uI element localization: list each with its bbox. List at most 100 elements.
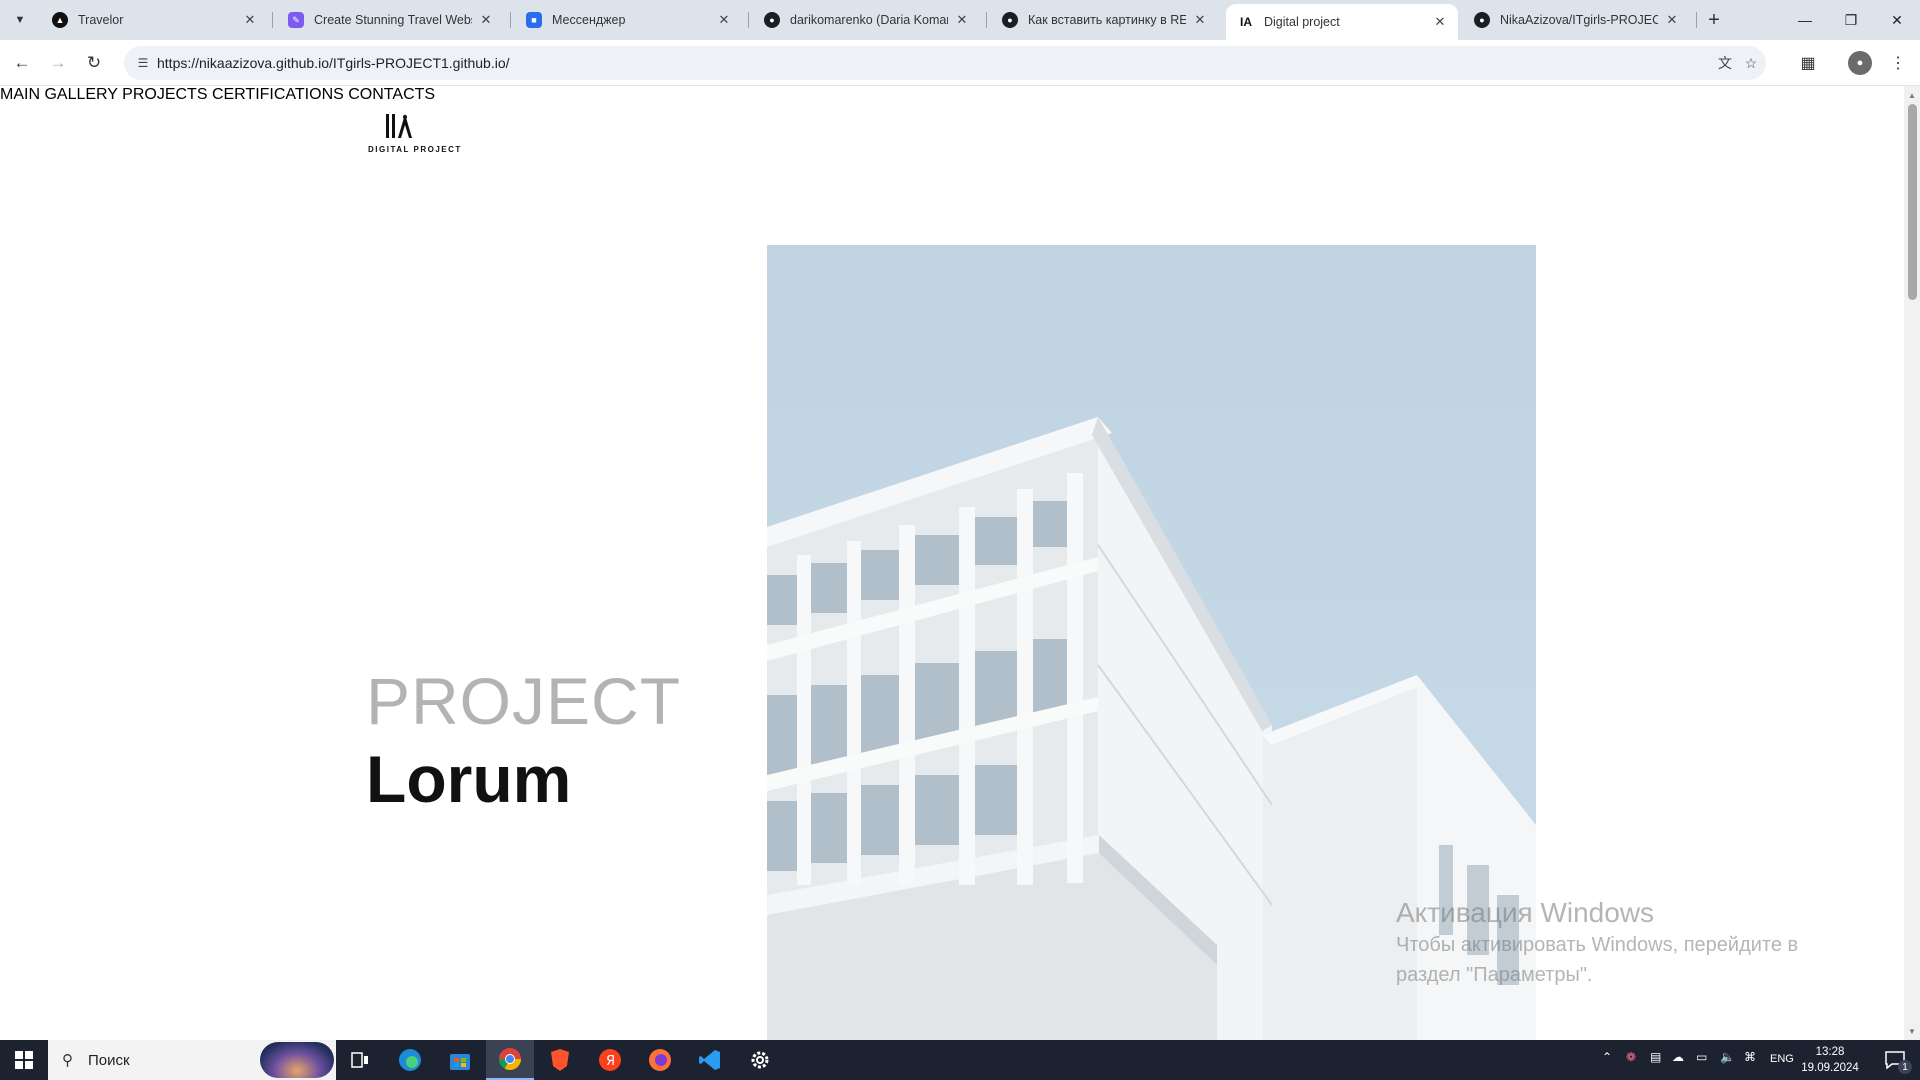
- bookmark-star-icon[interactable]: ☆: [1740, 52, 1762, 74]
- settings-icon[interactable]: [736, 1040, 784, 1080]
- watermark-line-1: Чтобы активировать Windows, перейдите в: [1396, 934, 1799, 956]
- tray-device-icon[interactable]: ▤: [1650, 1050, 1661, 1064]
- tab-strip: ▼ ▲ Travelor ✕ ✎ Create Stunning Travel …: [0, 0, 1920, 40]
- scroll-up-icon[interactable]: ▲: [1904, 88, 1920, 102]
- windows-taskbar: ⚲ Поиск Я ⌃ ❁ ▤ ☁ ▭ 🔈 ⌘ ENG 13:28 19.09.…: [0, 1040, 1920, 1080]
- close-icon[interactable]: ✕: [954, 12, 970, 28]
- kebab-menu-icon[interactable]: ⋮: [1884, 49, 1912, 77]
- tab-title: NikaAzizova/ITgirls-PROJECT1.github.io: [1500, 13, 1658, 27]
- translate-icon[interactable]: 文: [1714, 52, 1736, 74]
- profile-avatar[interactable]: ●: [1848, 51, 1872, 75]
- travelor-icon: ▲: [52, 12, 68, 28]
- close-icon[interactable]: ✕: [1664, 12, 1680, 28]
- minimize-icon[interactable]: —: [1782, 0, 1828, 40]
- site-logo[interactable]: DIGITAL PROJECT: [366, 113, 460, 161]
- edge-icon[interactable]: [386, 1040, 434, 1080]
- forward-arrow-icon[interactable]: →: [44, 49, 72, 77]
- nav-certifications[interactable]: CERTIFICATIONS: [212, 86, 344, 103]
- logo-wordmark: DIGITAL PROJECT: [368, 145, 462, 154]
- back-arrow-icon[interactable]: ←: [8, 49, 36, 77]
- notification-center-icon[interactable]: 1: [1870, 1040, 1920, 1080]
- github-icon: ●: [1474, 12, 1490, 28]
- search-icon: ⚲: [62, 1052, 73, 1069]
- window-close-icon[interactable]: ✕: [1874, 0, 1920, 40]
- clock[interactable]: 13:28 19.09.2024: [1800, 1044, 1860, 1076]
- digital-project-icon: IA: [1240, 15, 1252, 29]
- nav-projects[interactable]: PROJECTS: [122, 86, 207, 103]
- messenger-icon: ■: [526, 12, 542, 28]
- wifi-icon[interactable]: ⌘: [1744, 1050, 1756, 1064]
- close-icon[interactable]: ✕: [716, 12, 732, 28]
- store-icon[interactable]: [436, 1040, 484, 1080]
- hero-heading-light: PROJECT: [366, 664, 682, 738]
- nav-gallery[interactable]: GALLERY: [44, 86, 117, 103]
- scroll-down-icon[interactable]: ▼: [1904, 1024, 1920, 1038]
- vscode-icon[interactable]: [686, 1040, 734, 1080]
- yandex-icon[interactable]: Я: [586, 1040, 634, 1080]
- hero-heading: PROJECT Lorum: [366, 662, 681, 818]
- page-viewport: DIGITAL PROJECT MAIN GALLERY PROJECTS CE…: [0, 86, 1904, 1040]
- tray-chevron-up-icon[interactable]: ⌃: [1602, 1050, 1612, 1064]
- tab-travelor[interactable]: ▲ Travelor ✕: [40, 4, 268, 36]
- main-navigation: MAIN GALLERY PROJECTS CERTIFICATIONS CON…: [0, 86, 1904, 104]
- watermark-line-2: раздел "Параметры".: [1396, 964, 1593, 986]
- github-icon: ●: [1002, 12, 1018, 28]
- hero-heading-bold: Lorum: [366, 742, 572, 816]
- github-icon: ●: [764, 12, 780, 28]
- logo-mark-icon: [386, 114, 412, 138]
- clock-time: 13:28: [1815, 1046, 1845, 1058]
- windows-start-icon[interactable]: [0, 1040, 48, 1080]
- reload-icon[interactable]: ↻: [80, 49, 108, 77]
- search-placeholder: Поиск: [88, 1052, 130, 1069]
- firefox-icon[interactable]: [636, 1040, 684, 1080]
- tab-github-readme[interactable]: ● Как вставить картинку в README ✕: [990, 4, 1218, 36]
- close-icon[interactable]: ✕: [1432, 14, 1448, 30]
- scroll-thumb[interactable]: [1908, 104, 1917, 300]
- tab-separator: [1696, 12, 1697, 28]
- onedrive-cloud-icon[interactable]: ☁: [1672, 1050, 1684, 1064]
- tab-title: Как вставить картинку в README: [1028, 13, 1186, 27]
- tab-search-chevron-icon[interactable]: ▼: [8, 8, 32, 32]
- tab-separator: [272, 12, 273, 28]
- close-icon[interactable]: ✕: [478, 12, 494, 28]
- close-icon[interactable]: ✕: [1192, 12, 1208, 28]
- tab-title: Мессенджер: [552, 13, 626, 27]
- url-text[interactable]: https://nikaazizova.github.io/ITgirls-PR…: [157, 55, 510, 71]
- tab-separator: [510, 12, 511, 28]
- tab-title: Travelor: [78, 13, 124, 27]
- language-indicator[interactable]: ENG: [1770, 1053, 1794, 1065]
- clock-date: 19.09.2024: [1801, 1062, 1859, 1074]
- tab-messenger[interactable]: ■ Мессенджер ✕: [514, 4, 742, 36]
- tab-separator: [986, 12, 987, 28]
- restore-icon[interactable]: ❐: [1828, 0, 1874, 40]
- tab-create-travel-website[interactable]: ✎ Create Stunning Travel Website ✕: [276, 4, 504, 36]
- svg-text:Я: Я: [606, 1054, 615, 1069]
- page-scrollbar[interactable]: ▲ ▼: [1904, 86, 1920, 1040]
- tab-digital-project[interactable]: IA Digital project ✕: [1226, 4, 1458, 40]
- browser-toolbar: ← → ↻ ☰ https://nikaazizova.github.io/IT…: [0, 40, 1920, 86]
- address-bar[interactable]: ☰ https://nikaazizova.github.io/ITgirls-…: [124, 46, 1766, 80]
- nav-main[interactable]: MAIN: [0, 86, 40, 103]
- battery-icon[interactable]: ▭: [1696, 1050, 1707, 1064]
- chrome-icon[interactable]: [486, 1040, 534, 1080]
- search-highlight-image[interactable]: [260, 1042, 334, 1078]
- windows-activation-watermark: Активация Windows Чтобы активировать Win…: [1396, 896, 1798, 990]
- tab-title: Digital project: [1264, 15, 1340, 29]
- nav-contacts[interactable]: CONTACTS: [348, 86, 435, 103]
- tab-title: Create Stunning Travel Website: [314, 13, 472, 27]
- tab-github-nikaazizova[interactable]: ● NikaAzizova/ITgirls-PROJECT1.github.io…: [1462, 4, 1690, 36]
- taskbar-search-box[interactable]: ⚲ Поиск: [48, 1040, 336, 1080]
- tab-github-darikomarenko[interactable]: ● darikomarenko (Daria Komarenko) ✕: [752, 4, 980, 36]
- brave-icon[interactable]: [536, 1040, 584, 1080]
- extensions-puzzle-icon[interactable]: ▦: [1794, 49, 1822, 77]
- pen-icon: ✎: [288, 12, 304, 28]
- volume-icon[interactable]: 🔈: [1720, 1050, 1735, 1064]
- tab-title: darikomarenko (Daria Komarenko): [790, 13, 948, 27]
- watermark-title: Активация Windows: [1396, 897, 1655, 928]
- close-icon[interactable]: ✕: [242, 12, 258, 28]
- task-view-icon[interactable]: [336, 1040, 384, 1080]
- tray-app-icon[interactable]: ❁: [1626, 1050, 1636, 1064]
- new-tab-plus-icon[interactable]: +: [1702, 8, 1726, 32]
- notification-count-badge: 1: [1898, 1060, 1912, 1074]
- site-info-icon[interactable]: ☰: [132, 52, 154, 74]
